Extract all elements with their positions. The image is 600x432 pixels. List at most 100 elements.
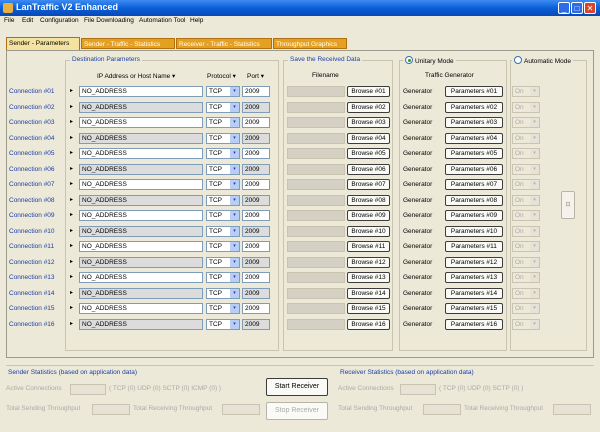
protocol-select[interactable]: TCP ▾ [206, 86, 240, 97]
select-row-icon[interactable]: ▸ [67, 86, 76, 97]
ip-address-input[interactable]: NO_ADDRESS [79, 226, 203, 237]
parameters-button[interactable]: Parameters #11 [445, 241, 503, 252]
parameters-button[interactable]: Parameters #14 [445, 288, 503, 299]
port-input[interactable]: 2009 [242, 303, 270, 314]
protocol-select[interactable]: TCP ▾ [206, 241, 240, 252]
protocol-select[interactable]: TCP ▾ [206, 195, 240, 206]
browse-button[interactable]: Browse #12 [347, 257, 390, 268]
ip-address-input[interactable]: NO_ADDRESS [79, 210, 203, 221]
ip-address-input[interactable]: NO_ADDRESS [79, 117, 203, 128]
ip-address-input[interactable]: NO_ADDRESS [79, 148, 203, 159]
ip-address-input[interactable]: NO_ADDRESS [79, 133, 203, 144]
ip-address-input[interactable]: NO_ADDRESS [79, 303, 203, 314]
browse-button[interactable]: Browse #01 [347, 86, 390, 97]
auto-mode-select[interactable]: On ▾ [512, 86, 540, 97]
protocol-header[interactable]: Protocol ▾ [207, 72, 236, 80]
browse-button[interactable]: Browse #07 [347, 179, 390, 190]
ip-address-input[interactable]: NO_ADDRESS [79, 257, 203, 268]
port-input[interactable]: 2009 [242, 319, 270, 330]
ip-address-input[interactable]: NO_ADDRESS [79, 288, 203, 299]
menu-help[interactable]: Help [190, 17, 203, 24]
protocol-select[interactable]: TCP ▾ [206, 272, 240, 283]
select-row-icon[interactable]: ▸ [67, 257, 76, 268]
protocol-select[interactable]: TCP ▾ [206, 303, 240, 314]
parameters-button[interactable]: Parameters #10 [445, 226, 503, 237]
browse-button[interactable]: Browse #02 [347, 102, 390, 113]
port-input[interactable]: 2009 [242, 195, 270, 206]
port-input[interactable]: 2009 [242, 272, 270, 283]
select-row-icon[interactable]: ▸ [67, 319, 76, 330]
select-row-icon[interactable]: ▸ [67, 241, 76, 252]
select-row-icon[interactable]: ▸ [67, 210, 76, 221]
auto-mode-select[interactable]: On ▾ [512, 241, 540, 252]
port-input[interactable]: 2009 [242, 102, 270, 113]
port-input[interactable]: 2009 [242, 288, 270, 299]
auto-mode-select[interactable]: On ▾ [512, 102, 540, 113]
close-button[interactable]: ✕ [584, 2, 596, 14]
select-row-icon[interactable]: ▸ [67, 303, 76, 314]
browse-button[interactable]: Browse #11 [347, 241, 390, 252]
browse-button[interactable]: Browse #06 [347, 164, 390, 175]
protocol-select[interactable]: TCP ▾ [206, 102, 240, 113]
select-row-icon[interactable]: ▸ [67, 164, 76, 175]
parameters-button[interactable]: Parameters #03 [445, 117, 503, 128]
protocol-select[interactable]: TCP ▾ [206, 288, 240, 299]
parameters-button[interactable]: Parameters #16 [445, 319, 503, 330]
tab-receiver-traffic-statistics[interactable]: Receiver - Traffic - Statistics [176, 38, 272, 49]
auto-mode-select[interactable]: On ▾ [512, 210, 540, 221]
protocol-select[interactable]: TCP ▾ [206, 133, 240, 144]
auto-mode-select[interactable]: On ▾ [512, 148, 540, 159]
auto-mode-select[interactable]: On ▾ [512, 303, 540, 314]
parameters-button[interactable]: Parameters #04 [445, 133, 503, 144]
select-row-icon[interactable]: ▸ [67, 179, 76, 190]
menu-automation-tool[interactable]: Automation Tool [139, 17, 186, 24]
parameters-button[interactable]: Parameters #12 [445, 257, 503, 268]
parameters-button[interactable]: Parameters #05 [445, 148, 503, 159]
protocol-select[interactable]: TCP ▾ [206, 257, 240, 268]
ip-address-input[interactable]: NO_ADDRESS [79, 179, 203, 190]
port-input[interactable]: 2009 [242, 226, 270, 237]
auto-mode-select[interactable]: On ▾ [512, 133, 540, 144]
port-header[interactable]: Port ▾ [247, 72, 264, 80]
select-row-icon[interactable]: ▸ [67, 148, 76, 159]
menu-file[interactable]: File [4, 17, 14, 24]
select-row-icon[interactable]: ▸ [67, 272, 76, 283]
protocol-select[interactable]: TCP ▾ [206, 164, 240, 175]
parameters-button[interactable]: Parameters #08 [445, 195, 503, 206]
browse-button[interactable]: Browse #08 [347, 195, 390, 206]
ip-address-input[interactable]: NO_ADDRESS [79, 272, 203, 283]
browse-button[interactable]: Browse #05 [347, 148, 390, 159]
port-input[interactable]: 2009 [242, 86, 270, 97]
stop-receiver-button[interactable]: Stop Receiver [266, 402, 328, 420]
select-row-icon[interactable]: ▸ [67, 133, 76, 144]
protocol-select[interactable]: TCP ▾ [206, 226, 240, 237]
parameters-button[interactable]: Parameters #02 [445, 102, 503, 113]
browse-button[interactable]: Browse #10 [347, 226, 390, 237]
browse-button[interactable]: Browse #15 [347, 303, 390, 314]
select-row-icon[interactable]: ▸ [67, 195, 76, 206]
port-input[interactable]: 2009 [242, 241, 270, 252]
auto-mode-select[interactable]: On ▾ [512, 117, 540, 128]
select-row-icon[interactable]: ▸ [67, 117, 76, 128]
menu-file-downloading[interactable]: File Downloading [84, 17, 134, 24]
side-panel-icon[interactable]: ⊡ [561, 191, 575, 219]
port-input[interactable]: 2009 [242, 133, 270, 144]
automatic-mode-radio[interactable]: Automatic Mode [512, 56, 573, 65]
protocol-select[interactable]: TCP ▾ [206, 319, 240, 330]
auto-mode-select[interactable]: On ▾ [512, 288, 540, 299]
browse-button[interactable]: Browse #09 [347, 210, 390, 221]
menu-edit[interactable]: Edit [22, 17, 33, 24]
ip-header[interactable]: IP Address or Host Name ▾ [97, 72, 175, 80]
parameters-button[interactable]: Parameters #01 [445, 86, 503, 97]
browse-button[interactable]: Browse #14 [347, 288, 390, 299]
port-input[interactable]: 2009 [242, 179, 270, 190]
auto-mode-select[interactable]: On ▾ [512, 272, 540, 283]
maximize-button[interactable]: □ [571, 2, 583, 14]
menu-configuration[interactable]: Configuration [40, 17, 79, 24]
browse-button[interactable]: Browse #04 [347, 133, 390, 144]
tab-throughput-graphics[interactable]: Throughput Graphics [273, 38, 347, 49]
protocol-select[interactable]: TCP ▾ [206, 179, 240, 190]
parameters-button[interactable]: Parameters #13 [445, 272, 503, 283]
port-input[interactable]: 2009 [242, 148, 270, 159]
select-row-icon[interactable]: ▸ [67, 102, 76, 113]
